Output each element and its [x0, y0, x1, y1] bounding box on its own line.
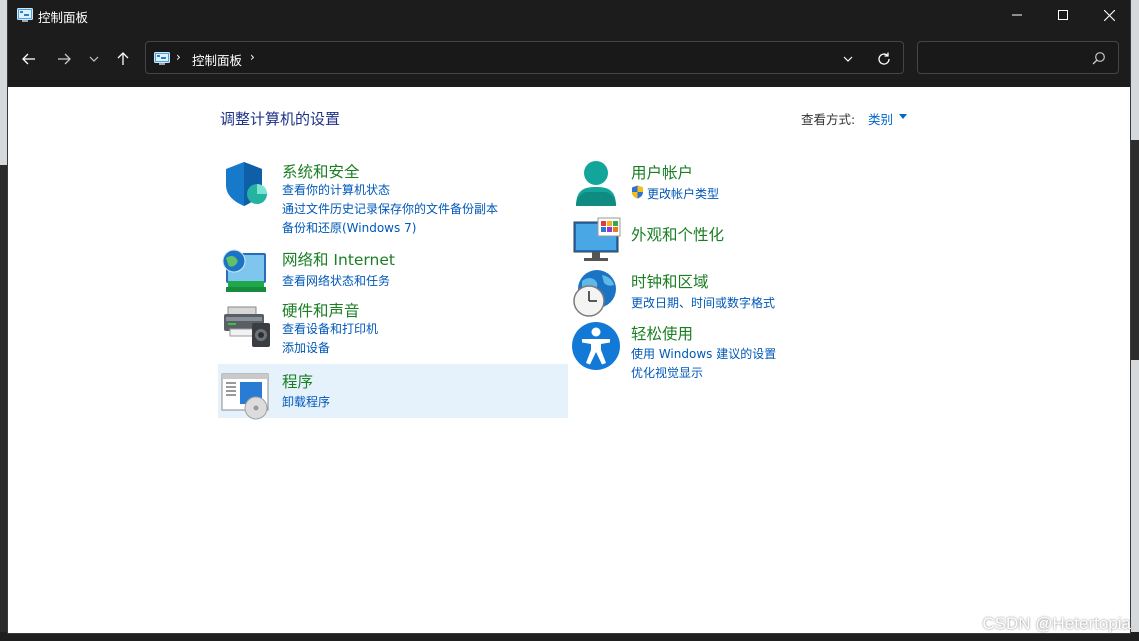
category-title-clock[interactable]: 时钟和区域 [631, 270, 709, 292]
category-system-security: 系统和安全 查看你的计算机状态 通过文件历史记录保存你的文件备份副本 备份和还原… [222, 159, 562, 239]
category-user-accounts: 用户帐户 更改帐户类型 [572, 160, 912, 210]
chevron-down-icon[interactable] [840, 51, 856, 67]
maximize-button[interactable] [1040, 0, 1086, 30]
link-view-network-status[interactable]: 查看网络状态和任务 [282, 272, 390, 289]
link-view-computer-status[interactable]: 查看你的计算机状态 [282, 181, 390, 198]
close-icon [1103, 9, 1115, 21]
category-title-appearance[interactable]: 外观和个性化 [631, 223, 724, 245]
view-by-dropdown[interactable]: 类别 [868, 109, 893, 128]
control-panel-icon [17, 8, 33, 22]
printer-icon[interactable] [222, 299, 272, 349]
chevron-down-icon [89, 56, 99, 62]
breadcrumb-separator[interactable]: › [176, 50, 181, 64]
link-backup-restore[interactable]: 备份和还原(Windows 7) [282, 219, 416, 236]
window-title: 控制面板 [38, 10, 89, 25]
search-icon [1092, 52, 1105, 65]
programs-icon[interactable] [220, 370, 270, 420]
title-bar[interactable]: 控制面板 [8, 0, 1130, 30]
accessibility-icon[interactable] [572, 321, 622, 371]
link-add-device[interactable]: 添加设备 [282, 339, 330, 356]
page-title: 调整计算机的设置 [220, 110, 341, 128]
category-title-accounts[interactable]: 用户帐户 [631, 161, 693, 183]
arrow-left-icon [22, 53, 35, 65]
category-title-ease[interactable]: 轻松使用 [631, 322, 693, 344]
forward-button[interactable] [52, 47, 76, 71]
view-by-label: 查看方式: [801, 112, 856, 127]
monitor-personalize-icon[interactable] [572, 216, 622, 266]
breadcrumb-separator[interactable]: › [250, 50, 255, 64]
watermark: CSDN @Hetertopia [982, 614, 1131, 633]
address-bar[interactable]: › 控制面板 › [145, 41, 904, 74]
maximize-icon [1058, 10, 1068, 20]
category-title-hardware[interactable]: 硬件和声音 [282, 299, 360, 321]
refresh-icon[interactable] [876, 51, 892, 67]
category-title-network[interactable]: 网络和 Internet [282, 248, 395, 270]
minimize-icon [1012, 14, 1022, 16]
category-programs: 程序 卸载程序 [220, 370, 560, 420]
control-panel-window: 控制面板 › 控制面板 › 调整计算机的设置 查看方式: 类别 系统和安全 查看… [8, 0, 1130, 633]
search-box[interactable] [917, 41, 1119, 74]
category-clock-region: 时钟和区域 更改日期、时间或数字格式 [572, 269, 912, 319]
minimize-button[interactable] [994, 0, 1040, 30]
category-title-system[interactable]: 系统和安全 [282, 160, 360, 182]
close-button[interactable] [1086, 0, 1132, 30]
link-file-history[interactable]: 通过文件历史记录保存你的文件备份副本 [282, 200, 498, 217]
shield-icon[interactable] [222, 159, 272, 209]
navigation-toolbar: › 控制面板 › [8, 30, 1130, 87]
up-button[interactable] [111, 47, 135, 71]
caret-down-icon[interactable] [899, 114, 907, 119]
back-button[interactable] [17, 47, 41, 71]
category-network-internet: 网络和 Internet 查看网络状态和任务 [220, 248, 560, 298]
link-change-account-type[interactable]: 更改帐户类型 [647, 185, 719, 202]
uac-shield-icon [632, 185, 643, 199]
link-optimize-visual-display[interactable]: 优化视觉显示 [631, 364, 703, 381]
category-ease-of-access: 轻松使用 使用 Windows 建议的设置 优化视觉显示 [572, 321, 912, 380]
breadcrumb-control-panel[interactable]: 控制面板 [192, 50, 242, 69]
category-appearance: 外观和个性化 [572, 216, 912, 262]
link-windows-recommended-settings[interactable]: 使用 Windows 建议的设置 [631, 345, 776, 362]
control-panel-icon [154, 52, 170, 65]
main-content: 调整计算机的设置 查看方式: 类别 系统和安全 查看你的计算机状态 通过文件历史… [8, 87, 1130, 633]
link-change-date-time-format[interactable]: 更改日期、时间或数字格式 [631, 294, 775, 311]
background-bottom-edge [0, 632, 1139, 641]
user-icon[interactable] [572, 160, 622, 210]
category-title-programs[interactable]: 程序 [282, 370, 313, 392]
clock-globe-icon[interactable] [572, 269, 622, 319]
category-hardware-sound: 硬件和声音 查看设备和打印机 添加设备 [222, 299, 562, 363]
arrow-right-icon [58, 53, 71, 65]
recent-locations-button[interactable] [82, 47, 106, 71]
network-globe-icon[interactable] [220, 248, 270, 298]
link-devices-printers[interactable]: 查看设备和打印机 [282, 320, 378, 337]
link-uninstall-program[interactable]: 卸载程序 [282, 393, 330, 410]
arrow-up-icon [117, 52, 129, 65]
